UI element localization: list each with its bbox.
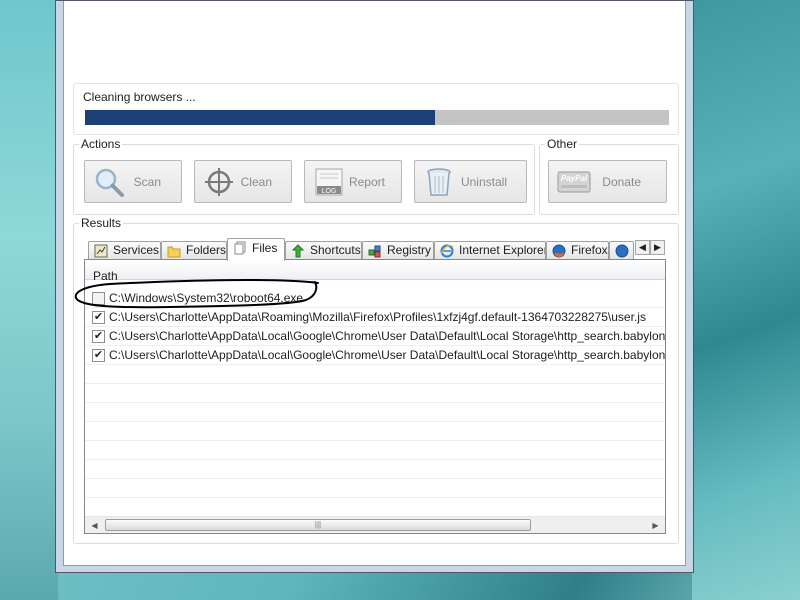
tab-shortcuts[interactable]: Shortcuts (285, 241, 362, 260)
tab-shortcuts-label: Shortcuts (310, 243, 361, 257)
scroll-left-arrow[interactable]: ◀ (87, 518, 102, 533)
tab-services[interactable]: Services (88, 241, 161, 260)
shortcut-arrow-icon (291, 244, 305, 258)
file-path: C:\Users\Charlotte\AppData\Local\Google\… (109, 348, 666, 362)
other-group-label: Other (547, 137, 578, 151)
tab-registry-label: Registry (387, 243, 432, 257)
tab-services-label: Services (113, 243, 160, 257)
empty-row (85, 365, 665, 384)
tab-scroll-right-button[interactable]: ▶ (650, 240, 665, 255)
actions-group-label: Actions (81, 137, 121, 151)
status-text: Cleaning browsers ... (83, 90, 196, 104)
uninstall-button-label: Uninstall (460, 175, 507, 189)
file-row[interactable]: ✔ C:\Users\Charlotte\AppData\Local\Googl… (85, 327, 665, 346)
donate-button-label: Donate (602, 175, 641, 189)
empty-row (85, 441, 665, 460)
status-panel: Cleaning browsers ... (73, 83, 679, 135)
folder-icon (167, 246, 181, 258)
internet-explorer-icon (440, 244, 454, 258)
tab-internet-explorer-label: Internet Explorer (459, 243, 546, 257)
tab-folders[interactable]: Folders (161, 241, 227, 260)
tab-scroll-left-button[interactable]: ◀ (635, 240, 650, 255)
tab-registry[interactable]: Registry (362, 241, 434, 260)
crosshair-icon (205, 168, 233, 196)
empty-row (85, 384, 665, 403)
empty-row (85, 479, 665, 498)
trash-bin-icon (427, 168, 451, 196)
empty-row (85, 403, 665, 422)
clean-button-label: Clean (240, 175, 272, 189)
svg-text:LOG: LOG (322, 188, 337, 195)
browser-globe-icon (615, 244, 629, 258)
scroll-thumb[interactable]: ||| (105, 519, 531, 531)
log-report-icon: LOG (315, 168, 343, 196)
file-row[interactable]: ✔ C:\Users\Charlotte\AppData\Local\Googl… (85, 346, 665, 365)
registry-icon (368, 245, 381, 258)
tab-files-label: Files (252, 241, 278, 255)
desktop-background-left (0, 0, 58, 600)
scan-button[interactable]: Scan (84, 160, 182, 203)
magnifier-icon (95, 168, 124, 197)
uninstall-button[interactable]: Uninstall (414, 160, 527, 203)
tab-overflow-partial[interactable] (609, 241, 634, 260)
horizontal-scrollbar[interactable]: ◀ ||| ▶ (85, 516, 665, 533)
desktop-background-right (692, 0, 800, 600)
hand-drawn-circle-annotation (74, 279, 319, 309)
tab-internet-explorer[interactable]: Internet Explorer (434, 241, 546, 260)
empty-row (85, 422, 665, 441)
report-button[interactable]: LOG Report (304, 160, 402, 203)
svg-text:PayPal: PayPal (561, 174, 588, 183)
progress-bar-fill (85, 110, 436, 125)
row-checkbox[interactable]: ✔ (92, 349, 105, 362)
files-icon (234, 241, 246, 255)
clean-button[interactable]: Clean (194, 160, 292, 203)
donate-button[interactable]: PayPal Donate (548, 160, 667, 203)
results-tab-strip: Services Folders Files Shortcuts Registr… (84, 238, 668, 261)
scroll-right-arrow[interactable]: ▶ (648, 518, 663, 533)
firefox-icon (552, 244, 566, 258)
tab-firefox[interactable]: Firefox (546, 241, 609, 260)
tab-files[interactable]: Files (227, 238, 285, 261)
services-icon (94, 244, 108, 258)
tab-folders-label: Folders (186, 243, 227, 257)
tab-firefox-label: Firefox (571, 243, 608, 257)
file-path: C:\Users\Charlotte\AppData\Local\Google\… (109, 329, 666, 343)
paypal-card-icon: PayPal (557, 171, 591, 193)
scan-button-label: Scan (133, 175, 161, 189)
empty-row (85, 460, 665, 479)
report-button-label: Report (348, 175, 385, 189)
progress-bar (85, 110, 669, 125)
row-checkbox[interactable]: ✔ (92, 330, 105, 343)
results-group-label: Results (81, 216, 122, 230)
